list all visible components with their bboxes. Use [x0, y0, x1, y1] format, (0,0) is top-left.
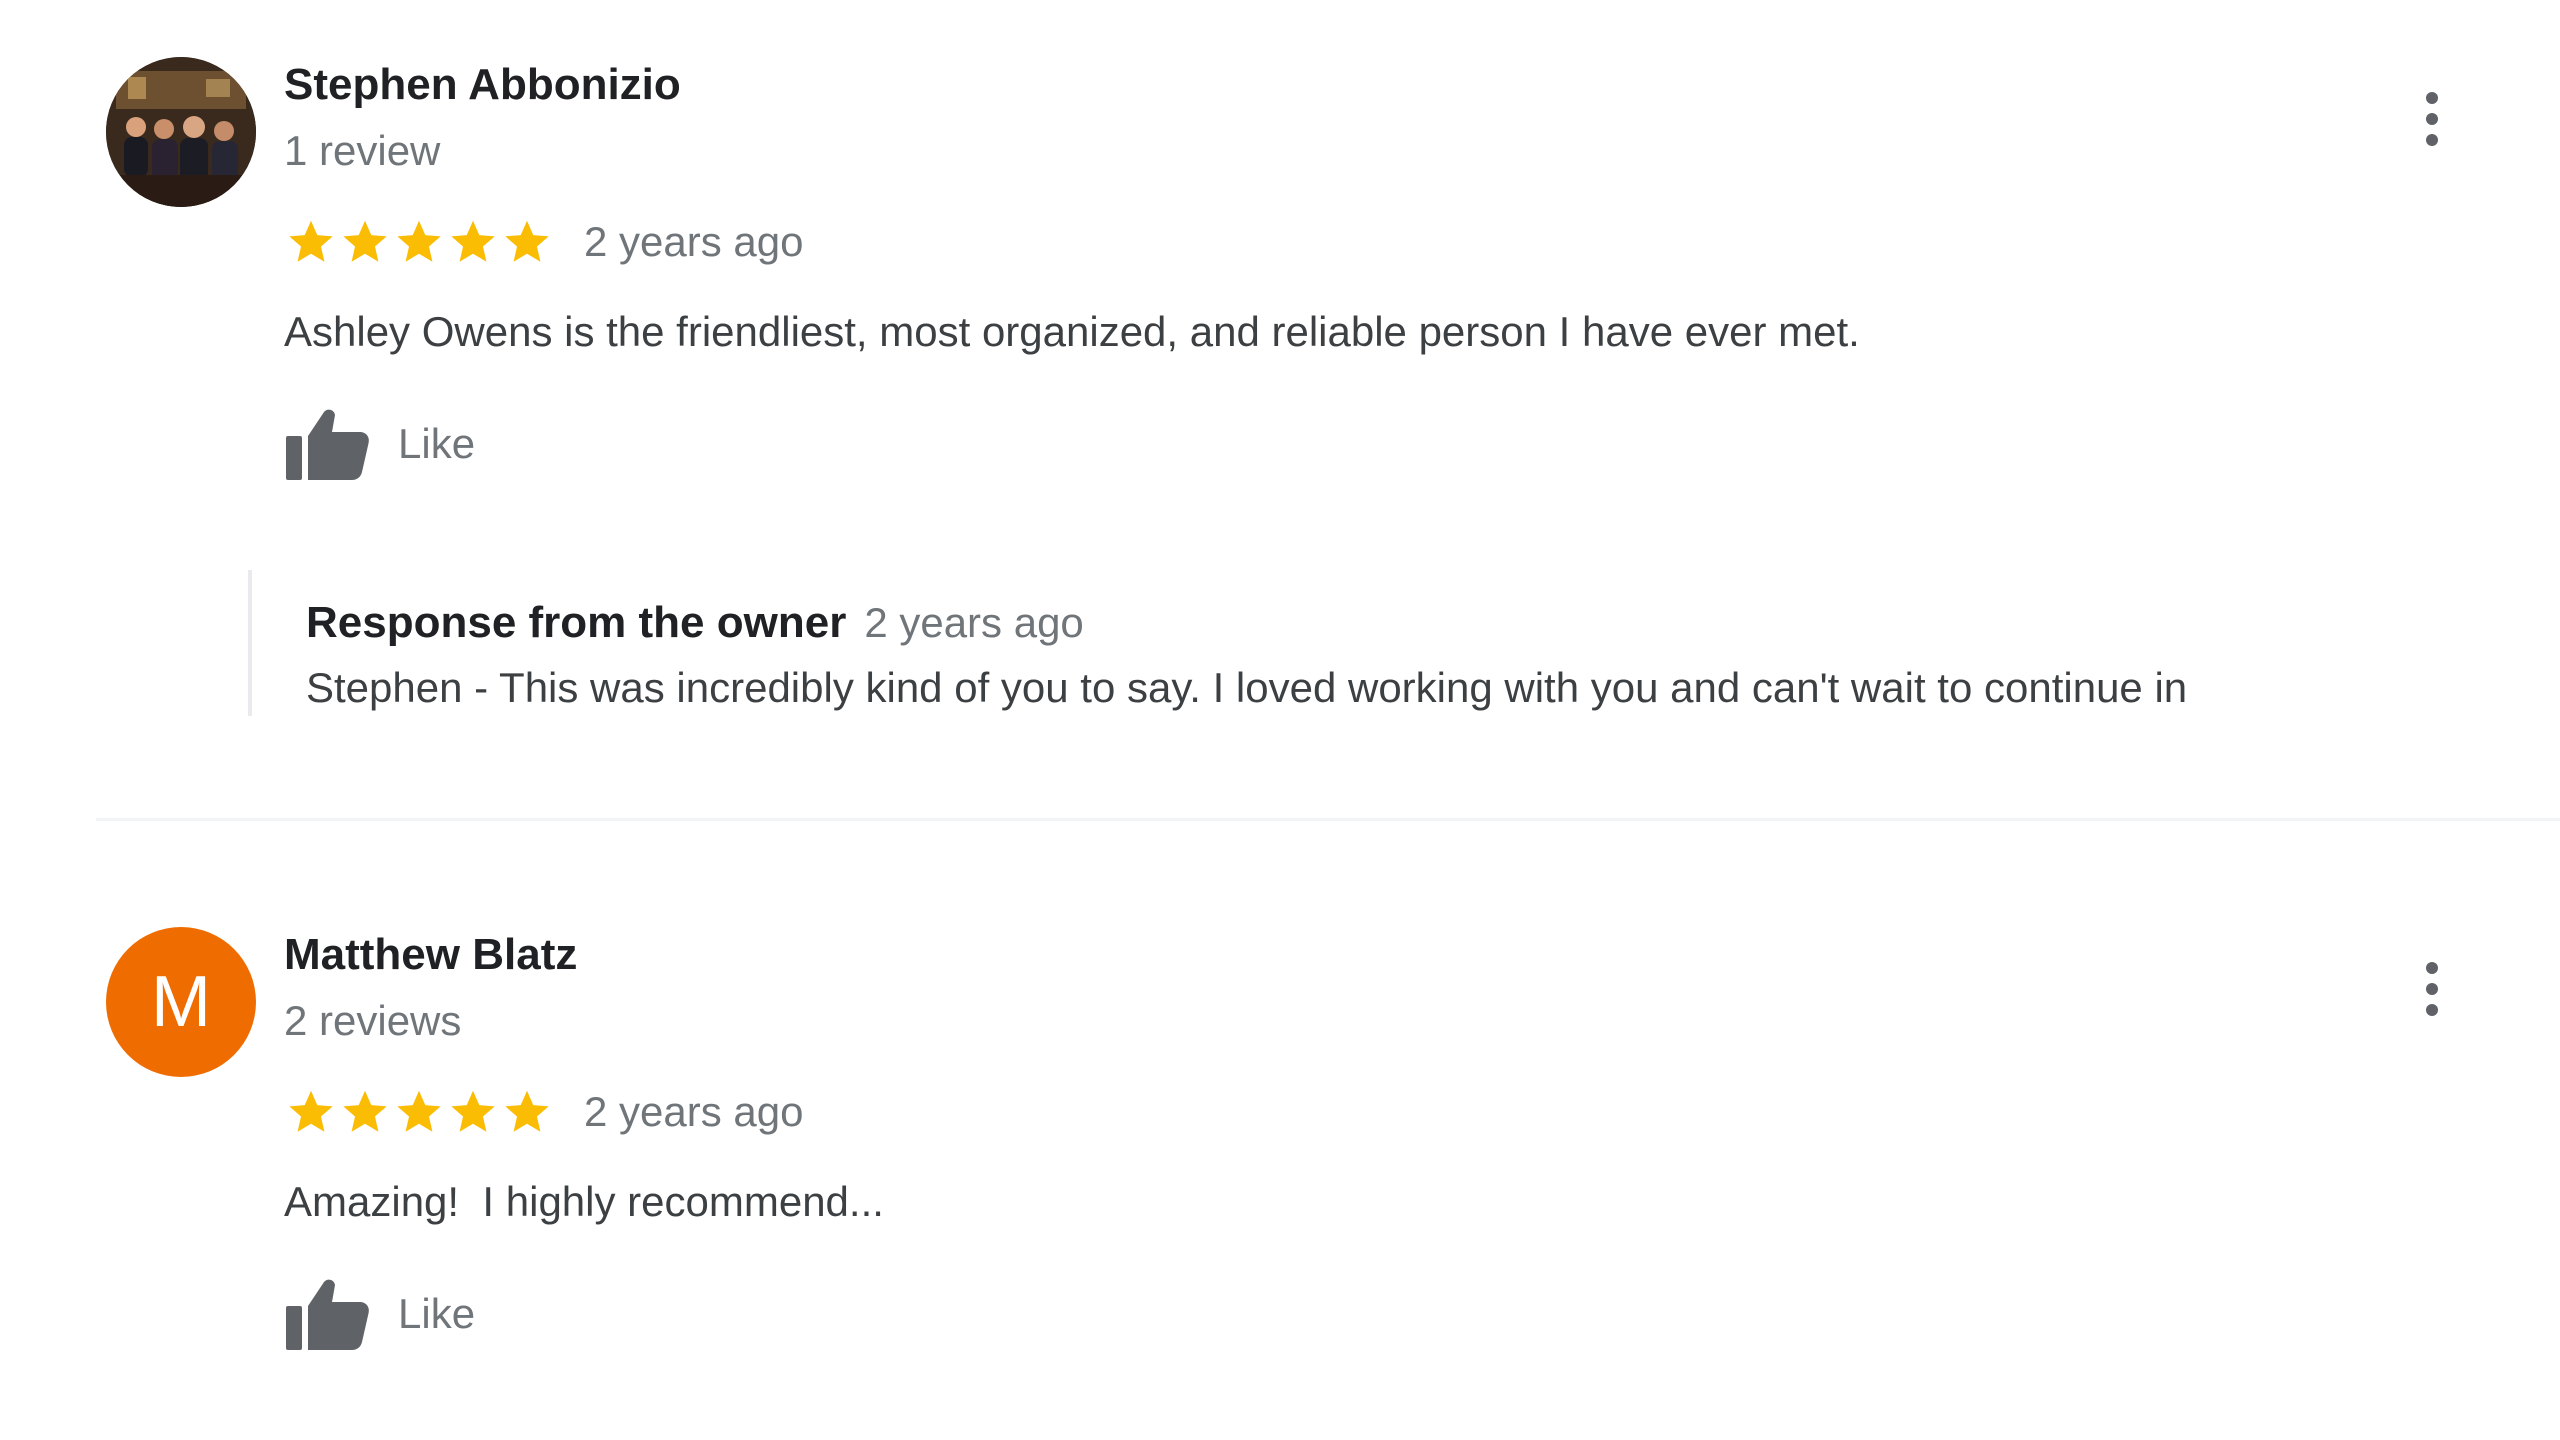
star-icon [505, 1090, 549, 1132]
review-text: Amazing! I highly recommend... [284, 1178, 884, 1225]
thumbs-up-icon [286, 409, 369, 480]
rating-row: 2 years ago [284, 1082, 803, 1142]
star-icon [343, 1090, 387, 1132]
avatar-letter: M [151, 962, 211, 1042]
star-icon [451, 1090, 495, 1132]
owner-response-header: Response from the owner 2 years ago [306, 596, 1084, 660]
star-icon [343, 220, 387, 262]
like-label: Like [398, 420, 476, 467]
avatar-photo-image [106, 57, 256, 207]
more-vert-icon [2426, 962, 2438, 1016]
review-date: 2 years ago [584, 1088, 804, 1135]
star-rating [284, 216, 554, 268]
owner-response-date: 2 years ago [864, 599, 1084, 646]
like-label: Like [398, 1290, 476, 1337]
star-icon [289, 1090, 333, 1132]
owner-response-title: Response from the owner [306, 598, 847, 647]
reviewer-avatar[interactable] [106, 57, 256, 207]
reviewer-review-count[interactable]: 2 reviews [284, 994, 461, 1048]
thumbs-up-icon [286, 1279, 369, 1350]
reviewer-avatar[interactable]: M [106, 927, 256, 1077]
rating-row: 2 years ago [284, 212, 803, 272]
star-icon [451, 220, 495, 262]
star-icon [289, 220, 333, 262]
review-text: Ashley Owens is the friendliest, most or… [284, 308, 1860, 355]
like-button[interactable]: Like [284, 1274, 475, 1354]
review-date: 2 years ago [584, 218, 804, 265]
owner-response: Response from the owner 2 years ago Steph… [248, 570, 2532, 716]
star-icon [505, 220, 549, 262]
star-icon [397, 220, 441, 262]
star-rating [284, 1086, 554, 1138]
like-button[interactable]: Like [284, 404, 475, 484]
star-icon [397, 1090, 441, 1132]
more-options-button[interactable] [2410, 958, 2454, 1020]
owner-response-text: Stephen - This was incredibly kind of yo… [306, 664, 2188, 711]
reviewer-review-count[interactable]: 1 review [284, 124, 440, 178]
review-divider [96, 818, 2560, 821]
more-options-button[interactable] [2410, 88, 2454, 150]
reviews-page: Stephen Abbonizio 1 review 2 years ago A… [0, 0, 2560, 1440]
reviewer-name[interactable]: Matthew Blatz [284, 928, 577, 982]
reviewer-name[interactable]: Stephen Abbonizio [284, 58, 681, 112]
more-vert-icon [2426, 92, 2438, 146]
